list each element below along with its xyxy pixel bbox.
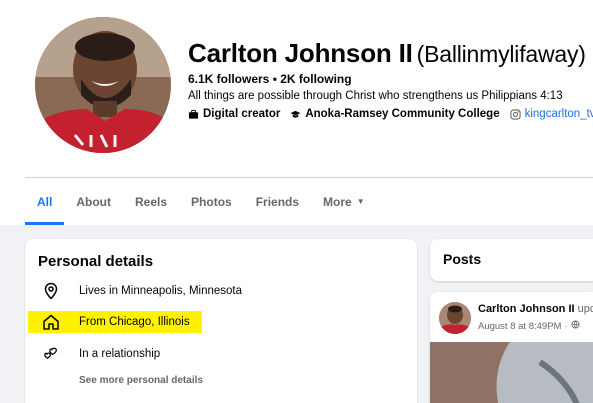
tab-all[interactable]: All bbox=[25, 178, 65, 225]
stats-separator: • bbox=[269, 72, 281, 86]
detail-lives-in: Lives in Minneapolis, Minnesota bbox=[38, 279, 242, 303]
post-date[interactable]: August 8 at 8:49PM bbox=[478, 321, 561, 332]
tab-photos-label: Photos bbox=[191, 194, 232, 209]
profile-bio: All things are possible through Christ w… bbox=[188, 90, 563, 102]
caret-down-icon: ▼ bbox=[356, 197, 365, 206]
personal-details-title: Personal details bbox=[38, 253, 154, 270]
posts-header-card: Posts bbox=[430, 239, 593, 281]
tab-friends-label: Friends bbox=[255, 194, 300, 209]
tab-about-label: About bbox=[76, 194, 111, 209]
tab-photos[interactable]: Photos bbox=[179, 178, 244, 225]
profile-name: Carlton Johnson II (Ballinmylifaway) bbox=[188, 38, 586, 69]
detail-relationship-text: In a relationship bbox=[79, 348, 161, 360]
instagram-icon bbox=[509, 108, 521, 120]
personal-details-card: Personal details Lives in Minneapolis, M… bbox=[25, 239, 417, 403]
profile-avatar[interactable] bbox=[35, 17, 171, 153]
location-pin-icon bbox=[38, 281, 64, 301]
graduation-cap-icon bbox=[290, 109, 301, 120]
profile-tabs: All About Reels Photos Friends More ▼ bbox=[25, 178, 377, 225]
fact-occupation: Digital creator bbox=[188, 108, 280, 120]
instagram-link[interactable]: kingcarlton_tv bbox=[525, 108, 593, 120]
profile-name-text: Carlton Johnson II bbox=[188, 38, 413, 68]
post-action-text: upd bbox=[577, 303, 593, 315]
fact-education: Anoka-Ramsey Community College bbox=[290, 108, 500, 120]
tab-all-label: All bbox=[37, 194, 53, 209]
fact-education-text[interactable]: Anoka-Ramsey Community College bbox=[305, 108, 499, 120]
tab-more[interactable]: More ▼ bbox=[311, 178, 377, 225]
home-icon bbox=[38, 312, 64, 332]
detail-from: From Chicago, Illinois bbox=[28, 311, 202, 333]
following-link[interactable]: 2K following bbox=[280, 72, 351, 86]
fact-instagram[interactable]: kingcarlton_tv bbox=[509, 108, 593, 120]
profile-facts: Digital creator Anoka-Ramsey Community C… bbox=[188, 108, 593, 120]
tab-friends[interactable]: Friends bbox=[244, 178, 311, 225]
post-meta: August 8 at 8:49PM · bbox=[478, 320, 580, 332]
posts-title: Posts bbox=[443, 251, 482, 267]
fact-occupation-text: Digital creator bbox=[203, 108, 281, 120]
post-author-name[interactable]: Carlton Johnson II bbox=[478, 303, 575, 315]
profile-alternate-name: (Ballinmylifaway) bbox=[416, 41, 586, 67]
profile-header: Carlton Johnson II (Ballinmylifaway) 6.1K… bbox=[0, 0, 593, 225]
detail-relationship: In a relationship bbox=[38, 342, 160, 366]
tab-about[interactable]: About bbox=[64, 178, 123, 225]
post-author-avatar[interactable] bbox=[439, 302, 471, 334]
hearts-icon bbox=[38, 344, 64, 364]
profile-stats: 6.1K followers • 2K following bbox=[188, 72, 352, 86]
detail-from-text[interactable]: From Chicago, Illinois bbox=[79, 316, 190, 328]
post-image[interactable] bbox=[430, 342, 593, 403]
briefcase-icon bbox=[188, 109, 199, 120]
post-author: Carlton Johnson II upd bbox=[478, 303, 593, 315]
followers-link[interactable]: 6.1K followers bbox=[188, 72, 269, 86]
detail-lives-in-text[interactable]: Lives in Minneapolis, Minnesota bbox=[79, 285, 242, 297]
see-more-details-link[interactable]: See more personal details bbox=[79, 375, 203, 386]
globe-icon bbox=[571, 320, 580, 332]
post-meta-separator: · bbox=[564, 320, 568, 332]
tab-reels[interactable]: Reels bbox=[123, 178, 179, 225]
tab-more-label: More bbox=[323, 194, 352, 209]
tab-reels-label: Reels bbox=[135, 194, 168, 209]
post-card: Carlton Johnson II upd August 8 at 8:49P… bbox=[430, 292, 593, 403]
